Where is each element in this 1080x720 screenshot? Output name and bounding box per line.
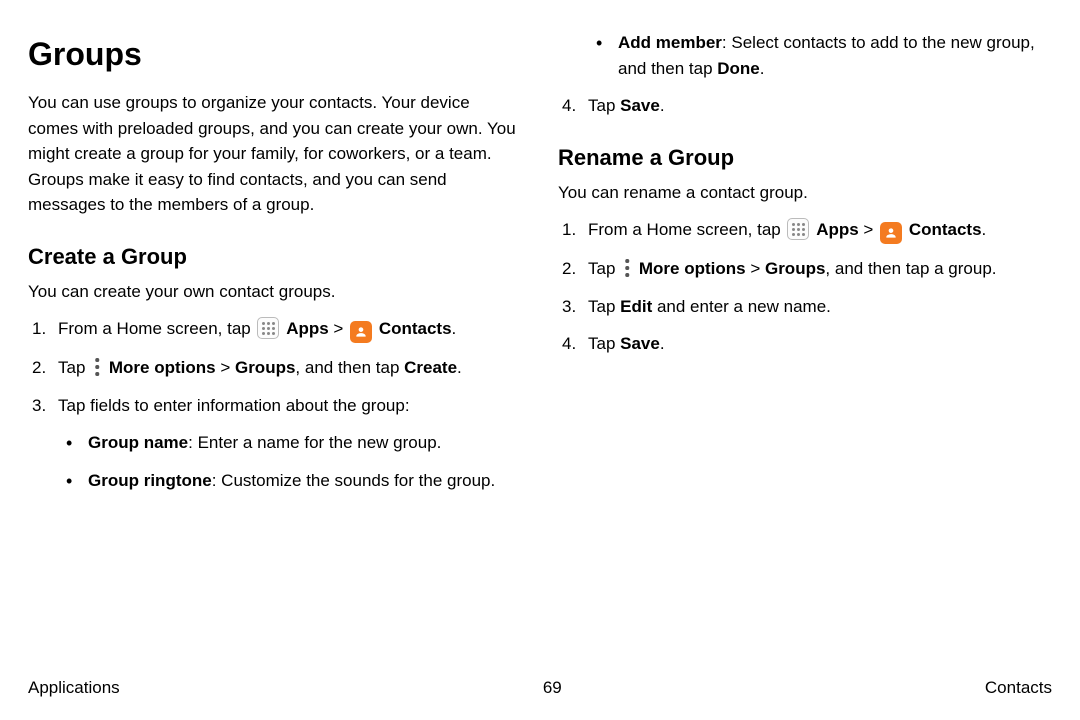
rename-group-lead: You can rename a contact group. bbox=[558, 180, 1052, 206]
group-name-text: : Enter a name for the new group. bbox=[188, 433, 441, 452]
intro-paragraph: You can use groups to organize your cont… bbox=[28, 90, 522, 218]
step-text: , and then tap bbox=[295, 358, 404, 377]
step-text: Tap bbox=[588, 334, 620, 353]
done-label: Done bbox=[717, 59, 760, 78]
step-text: Tap fields to enter information about th… bbox=[58, 396, 410, 415]
rename-step-4: Tap Save. bbox=[558, 331, 1052, 357]
more-options-icon bbox=[92, 357, 102, 377]
create-group-lead: You can create your own contact groups. bbox=[28, 279, 522, 305]
more-options-label: More options bbox=[639, 259, 746, 278]
step-suffix: . bbox=[457, 358, 462, 377]
create-step-1: From a Home screen, tap Apps > Contacts. bbox=[28, 316, 522, 343]
apps-label: Apps bbox=[816, 220, 859, 239]
footer-right: Contacts bbox=[985, 675, 1052, 701]
group-fields-list-continued: Add member: Select contacts to add to th… bbox=[588, 30, 1052, 81]
rename-step-1: From a Home screen, tap Apps > Contacts. bbox=[558, 217, 1052, 244]
step-separator: > bbox=[329, 319, 348, 338]
step-text: Tap bbox=[58, 358, 90, 377]
step-text: Tap bbox=[588, 259, 620, 278]
group-fields-list: Group name: Enter a name for the new gro… bbox=[58, 430, 522, 493]
contacts-label: Contacts bbox=[909, 220, 982, 239]
footer-page-number: 69 bbox=[120, 675, 985, 701]
page-footer: Applications 69 Contacts bbox=[28, 675, 1052, 701]
footer-left: Applications bbox=[28, 675, 120, 701]
groups-label: Groups bbox=[765, 259, 825, 278]
add-member-label: Add member bbox=[618, 33, 722, 52]
step-suffix: . bbox=[660, 96, 665, 115]
left-column: Groups You can use groups to organize yo… bbox=[28, 30, 522, 644]
step-text: Tap bbox=[588, 96, 620, 115]
create-group-steps: From a Home screen, tap Apps > Contacts.… bbox=[28, 316, 522, 493]
content-columns: Groups You can use groups to organize yo… bbox=[28, 30, 1052, 644]
step-suffix: . bbox=[660, 334, 665, 353]
step-text: Tap bbox=[588, 297, 620, 316]
create-step-3: Tap fields to enter information about th… bbox=[28, 393, 522, 494]
add-member-suffix: . bbox=[760, 59, 765, 78]
group-ringtone-text: : Customize the sounds for the group. bbox=[212, 471, 496, 490]
rename-step-3: Tap Edit and enter a new name. bbox=[558, 294, 1052, 320]
step-suffix: . bbox=[452, 319, 457, 338]
apps-icon bbox=[787, 218, 809, 240]
group-ringtone-label: Group ringtone bbox=[88, 471, 212, 490]
rename-step-2: Tap More options > Groups, and then tap … bbox=[558, 256, 1052, 282]
add-member-item: Add member: Select contacts to add to th… bbox=[588, 30, 1052, 81]
save-label: Save bbox=[620, 96, 660, 115]
groups-label: Groups bbox=[235, 358, 295, 377]
right-column: Add member: Select contacts to add to th… bbox=[558, 30, 1052, 644]
rename-group-steps: From a Home screen, tap Apps > Contacts.… bbox=[558, 217, 1052, 357]
step-suffix: , and then tap a group. bbox=[825, 259, 996, 278]
edit-label: Edit bbox=[620, 297, 652, 316]
create-step-4: Tap Save. bbox=[558, 93, 1052, 119]
contacts-icon bbox=[880, 222, 902, 244]
create-group-heading: Create a Group bbox=[28, 240, 522, 273]
more-options-icon bbox=[622, 258, 632, 278]
rename-group-heading: Rename a Group bbox=[558, 141, 1052, 174]
create-group-steps-continued: Tap Save. bbox=[558, 93, 1052, 119]
contacts-label: Contacts bbox=[379, 319, 452, 338]
apps-label: Apps bbox=[286, 319, 329, 338]
more-options-label: More options bbox=[109, 358, 216, 377]
save-label: Save bbox=[620, 334, 660, 353]
step-separator: > bbox=[859, 220, 878, 239]
step-text: From a Home screen, tap bbox=[588, 220, 785, 239]
step-text: From a Home screen, tap bbox=[58, 319, 255, 338]
apps-icon bbox=[257, 317, 279, 339]
group-ringtone-item: Group ringtone: Customize the sounds for… bbox=[58, 468, 522, 494]
step-separator: > bbox=[746, 259, 765, 278]
group-name-item: Group name: Enter a name for the new gro… bbox=[58, 430, 522, 456]
step-suffix: and enter a new name. bbox=[652, 297, 831, 316]
page-title: Groups bbox=[28, 30, 522, 78]
create-step-2: Tap More options > Groups, and then tap … bbox=[28, 355, 522, 381]
contacts-icon bbox=[350, 321, 372, 343]
step-suffix: . bbox=[982, 220, 987, 239]
step-separator: > bbox=[216, 358, 235, 377]
group-name-label: Group name bbox=[88, 433, 188, 452]
create-label: Create bbox=[404, 358, 457, 377]
